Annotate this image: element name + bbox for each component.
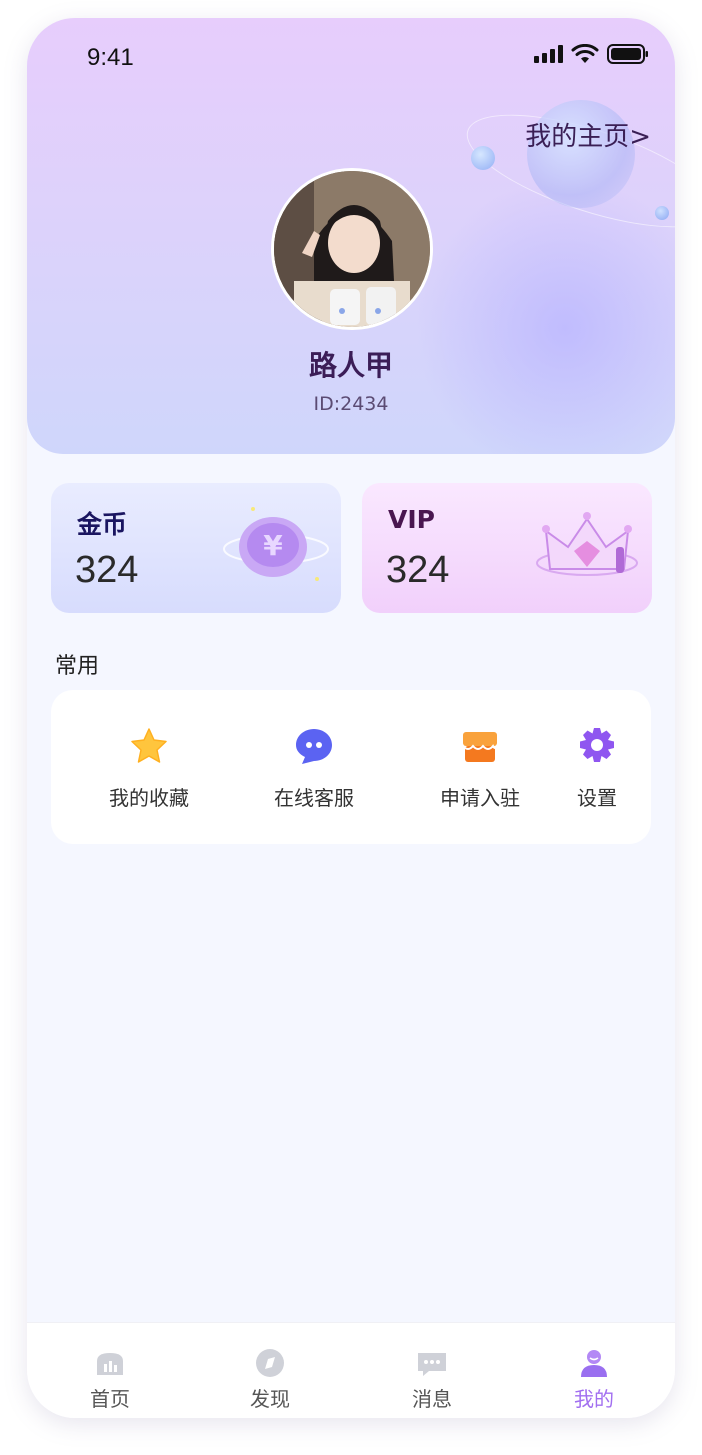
phone-frame: 9:41 我的主页> 路人甲 ID:2434 金币 324 ¥ VIP 324 …: [27, 18, 675, 1418]
shop-icon: [462, 732, 498, 762]
my-homepage-link[interactable]: 我的主页>: [525, 116, 651, 153]
coin-card-value: 324: [75, 549, 139, 591]
coin-card-title: 金币: [77, 510, 128, 539]
signal-icon: [534, 45, 563, 63]
profile-icon: [581, 1350, 607, 1377]
coin-icon: ¥: [223, 507, 329, 581]
tab-discover[interactable]: 发现: [189, 1323, 351, 1418]
avatar[interactable]: [271, 168, 433, 330]
coin-card[interactable]: 金币 324 ¥: [51, 483, 341, 613]
username: 路人甲: [308, 349, 393, 382]
gear-icon: [580, 728, 614, 762]
status-time: 9:41: [87, 44, 134, 71]
star-icon: [131, 728, 167, 763]
svg-text:¥: ¥: [263, 529, 283, 562]
chat-icon: [296, 729, 332, 764]
my-favorites-button[interactable]: 我的收藏: [74, 690, 224, 844]
tab-messages-label: 消息: [412, 1387, 452, 1411]
planet-tiny-decoration: [655, 206, 669, 220]
tab-home[interactable]: 首页: [29, 1323, 191, 1418]
tab-messages[interactable]: 消息: [351, 1323, 513, 1418]
avatar-photo: [274, 171, 430, 327]
message-icon: [418, 1353, 446, 1376]
vip-card-value: 324: [386, 549, 450, 591]
planet-small-decoration: [471, 146, 495, 170]
my-favorites-label: 我的收藏: [109, 786, 189, 810]
user-id: ID:2434: [313, 393, 389, 415]
apply-settle-button[interactable]: 申请入驻: [405, 690, 555, 844]
tab-profile-label: 我的: [574, 1387, 614, 1411]
tab-profile[interactable]: 我的: [513, 1323, 675, 1418]
online-service-label: 在线客服: [274, 786, 354, 810]
profile-header: 9:41 我的主页> 路人甲 ID:2434: [27, 18, 675, 454]
tab-discover-label: 发现: [250, 1387, 290, 1411]
tab-bar: 首页 发现 消息 我的: [27, 1322, 675, 1418]
common-section-title: 常用: [55, 654, 100, 679]
vip-card[interactable]: VIP 324: [362, 483, 652, 613]
online-service-button[interactable]: 在线客服: [239, 690, 389, 844]
battery-icon: [607, 44, 648, 64]
vip-card-title: VIP: [388, 505, 435, 534]
settings-button[interactable]: 设置: [547, 690, 675, 844]
wifi-icon: [571, 44, 599, 63]
crown-icon: [536, 512, 638, 576]
settings-label: 设置: [577, 786, 617, 810]
discover-icon: [256, 1349, 284, 1377]
home-icon: [97, 1353, 123, 1375]
status-bar: 9:41: [27, 18, 675, 98]
common-functions-panel: 我的收藏 在线客服 申请入驻 设置: [51, 690, 651, 844]
tab-home-label: 首页: [90, 1387, 130, 1411]
status-icons: [533, 44, 649, 64]
